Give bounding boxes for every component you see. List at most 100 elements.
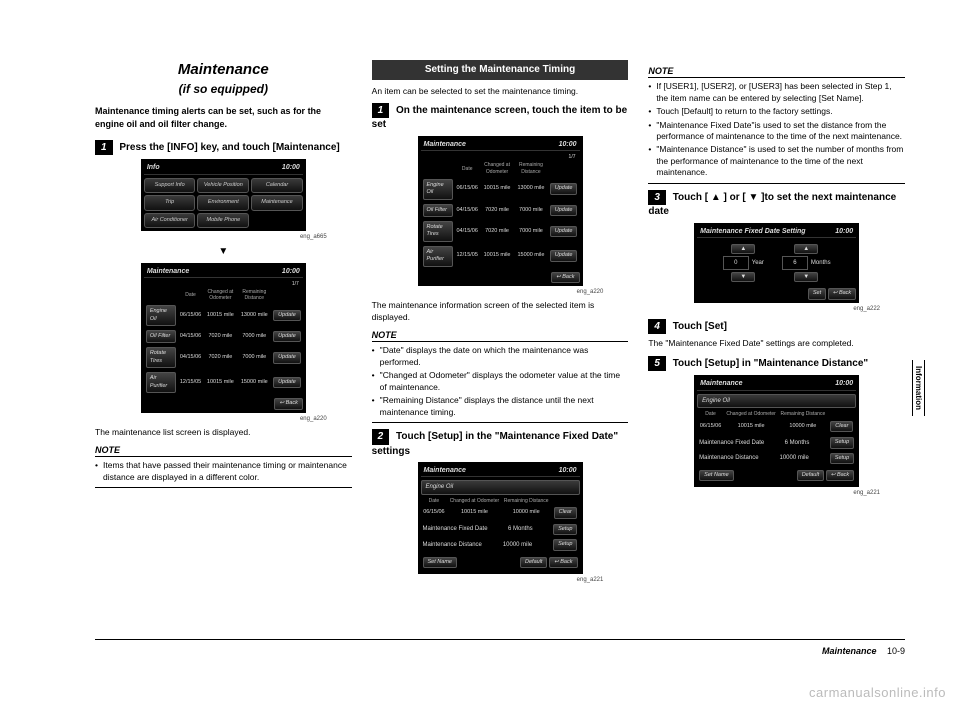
- step-1: 1 Press the [INFO] key, and touch [Maint…: [95, 140, 352, 156]
- rotate-tires-button[interactable]: Rotate Tires: [146, 347, 176, 368]
- note-item: "Date" displays the date on which the ma…: [372, 345, 629, 368]
- body-text: The "Maintenance Fixed Date" settings ar…: [648, 338, 905, 349]
- table-row: Air Purifier 12/15/05 10015 mile 15000 m…: [144, 370, 303, 395]
- item-bar: Engine Oil: [697, 394, 856, 408]
- footer-page: 10-9: [887, 646, 905, 656]
- note-item: Items that have passed their maintenance…: [95, 460, 352, 483]
- back-button[interactable]: ↩ Back: [826, 470, 854, 481]
- setup-button[interactable]: Setup: [830, 437, 854, 448]
- footer-section: Maintenance: [822, 646, 877, 656]
- setup-button[interactable]: Setup: [553, 539, 577, 550]
- step-num: 5: [648, 356, 666, 372]
- note-divider: [95, 487, 352, 488]
- support-info-button[interactable]: Support Info: [144, 178, 196, 193]
- caption-3: eng_a220: [372, 288, 604, 296]
- screen-title: Maintenance: [424, 466, 466, 475]
- step-num: 3: [648, 190, 666, 206]
- screen-title: Maintenance: [700, 379, 742, 388]
- set-name-button[interactable]: Set Name: [699, 470, 733, 481]
- set-name-button[interactable]: Set Name: [423, 557, 457, 568]
- months-label: Months: [811, 259, 831, 267]
- maintenance-list-screen-2: Maintenance 10:00 1/7 Date Changed at Od…: [418, 136, 583, 286]
- air-purifier-button[interactable]: Air Purifier: [146, 372, 176, 393]
- screen-time: 10:00: [282, 163, 300, 172]
- page-title: Maintenance: [95, 60, 352, 80]
- default-button[interactable]: Default: [797, 470, 824, 481]
- item-bar: Engine Oil: [421, 480, 580, 494]
- col-remaining: Remaining Distance: [238, 288, 272, 304]
- set-button[interactable]: Set: [808, 288, 826, 299]
- rotate-tires-button[interactable]: Rotate Tires: [423, 221, 453, 242]
- screen-time: 10:00: [835, 379, 853, 388]
- year-label: Year: [752, 259, 764, 267]
- back-button[interactable]: ↩ Back: [551, 272, 579, 283]
- engine-oil-button[interactable]: Engine Oil: [146, 305, 176, 326]
- down-arrow-icon: ▼: [95, 245, 352, 259]
- screen-title: Maintenance: [147, 267, 189, 276]
- environment-button[interactable]: Environment: [197, 195, 249, 210]
- note-item: "Remaining Distance" displays the distan…: [372, 395, 629, 418]
- step-num: 2: [372, 429, 390, 445]
- up-arrow-icon[interactable]: ▲: [794, 244, 818, 254]
- row-value: 10000 mile: [503, 541, 532, 549]
- setup-button[interactable]: Setup: [830, 453, 854, 464]
- step-text: Touch [ ▲ ] or [ ▼ ]to set the next main…: [648, 192, 896, 218]
- calendar-button[interactable]: Calendar: [251, 178, 303, 193]
- intro-text: Maintenance timing alerts can be set, su…: [95, 105, 352, 129]
- up-arrow-icon[interactable]: ▲: [731, 244, 755, 254]
- step-text: Touch [Setup] in the "Maintenance Fixed …: [372, 431, 618, 457]
- step-2: 2 Touch [Setup] in the "Maintenance Fixe…: [372, 429, 629, 458]
- back-button[interactable]: ↩ Back: [828, 288, 856, 299]
- oil-filter-button[interactable]: Oil Filter: [146, 330, 176, 343]
- update-button[interactable]: Update: [550, 205, 578, 216]
- vehicle-position-button[interactable]: Vehicle Position: [197, 178, 249, 193]
- column-3: NOTE If [USER1], [USER2], or [USER3] has…: [648, 60, 905, 588]
- step-num: 4: [648, 319, 666, 335]
- maintenance-button[interactable]: Maintenance: [251, 195, 303, 210]
- update-button[interactable]: Update: [550, 250, 578, 261]
- air-conditioner-button[interactable]: Air Conditioner: [144, 213, 196, 228]
- update-button[interactable]: Update: [550, 226, 578, 237]
- clear-button[interactable]: Clear: [830, 421, 853, 432]
- note-item: "Maintenance Fixed Date"is used to set t…: [648, 120, 905, 143]
- air-purifier-button[interactable]: Air Purifier: [423, 246, 453, 267]
- mobile-phone-button[interactable]: Mobile Phone: [197, 213, 249, 228]
- screen-time: 10:00: [835, 227, 853, 236]
- oil-filter-button[interactable]: Oil Filter: [423, 204, 453, 217]
- page-subtitle: (if so equipped): [95, 81, 352, 97]
- note-heading: NOTE: [372, 329, 629, 342]
- row-label: Maintenance Fixed Date: [423, 525, 488, 533]
- step-text: On the maintenance screen, touch the ite…: [372, 105, 628, 131]
- clear-button[interactable]: Clear: [554, 507, 577, 518]
- year-spinner: ▲ 0 Year ▼: [723, 244, 764, 282]
- back-button[interactable]: ↩ Back: [274, 398, 302, 409]
- step-1-text: Press the [INFO] key, and touch [Mainten…: [119, 142, 339, 153]
- update-button[interactable]: Update: [273, 377, 301, 388]
- screen-title: Maintenance: [424, 140, 466, 149]
- caption-2: eng_a220: [95, 415, 327, 423]
- back-button[interactable]: ↩ Back: [549, 557, 577, 568]
- down-arrow-icon[interactable]: ▼: [794, 272, 818, 282]
- col-odometer: Changed at Odometer: [203, 288, 237, 304]
- note-item: "Maintenance Distance" is used to set th…: [648, 144, 905, 178]
- down-arrow-icon[interactable]: ▼: [731, 272, 755, 282]
- step-3: 3 Touch [ ▲ ] or [ ▼ ]to set the next ma…: [648, 190, 905, 219]
- body-text: The maintenance list screen is displayed…: [95, 427, 352, 438]
- year-value: 0: [723, 256, 749, 270]
- update-button[interactable]: Update: [273, 352, 301, 363]
- maintenance-list-screen: Maintenance 10:00 1/7 Date Changed at Od…: [141, 263, 306, 413]
- setup-button[interactable]: Setup: [553, 524, 577, 535]
- engine-oil-button[interactable]: Engine Oil: [423, 179, 453, 200]
- page-footer: Maintenance 10-9: [822, 646, 905, 656]
- note-list: Items that have passed their maintenance…: [95, 460, 352, 483]
- step-4: 4 Touch [Set]: [648, 319, 905, 335]
- update-button[interactable]: Update: [273, 331, 301, 342]
- col-date: Date: [178, 288, 203, 304]
- default-button[interactable]: Default: [520, 557, 547, 568]
- trip-button[interactable]: Trip: [144, 195, 196, 210]
- section-header: Setting the Maintenance Timing: [372, 60, 629, 80]
- note-item: "Changed at Odometer" displays the odome…: [372, 370, 629, 393]
- update-button[interactable]: Update: [273, 310, 301, 321]
- note-item: Touch [Default] to return to the factory…: [648, 106, 905, 117]
- update-button[interactable]: Update: [550, 183, 578, 194]
